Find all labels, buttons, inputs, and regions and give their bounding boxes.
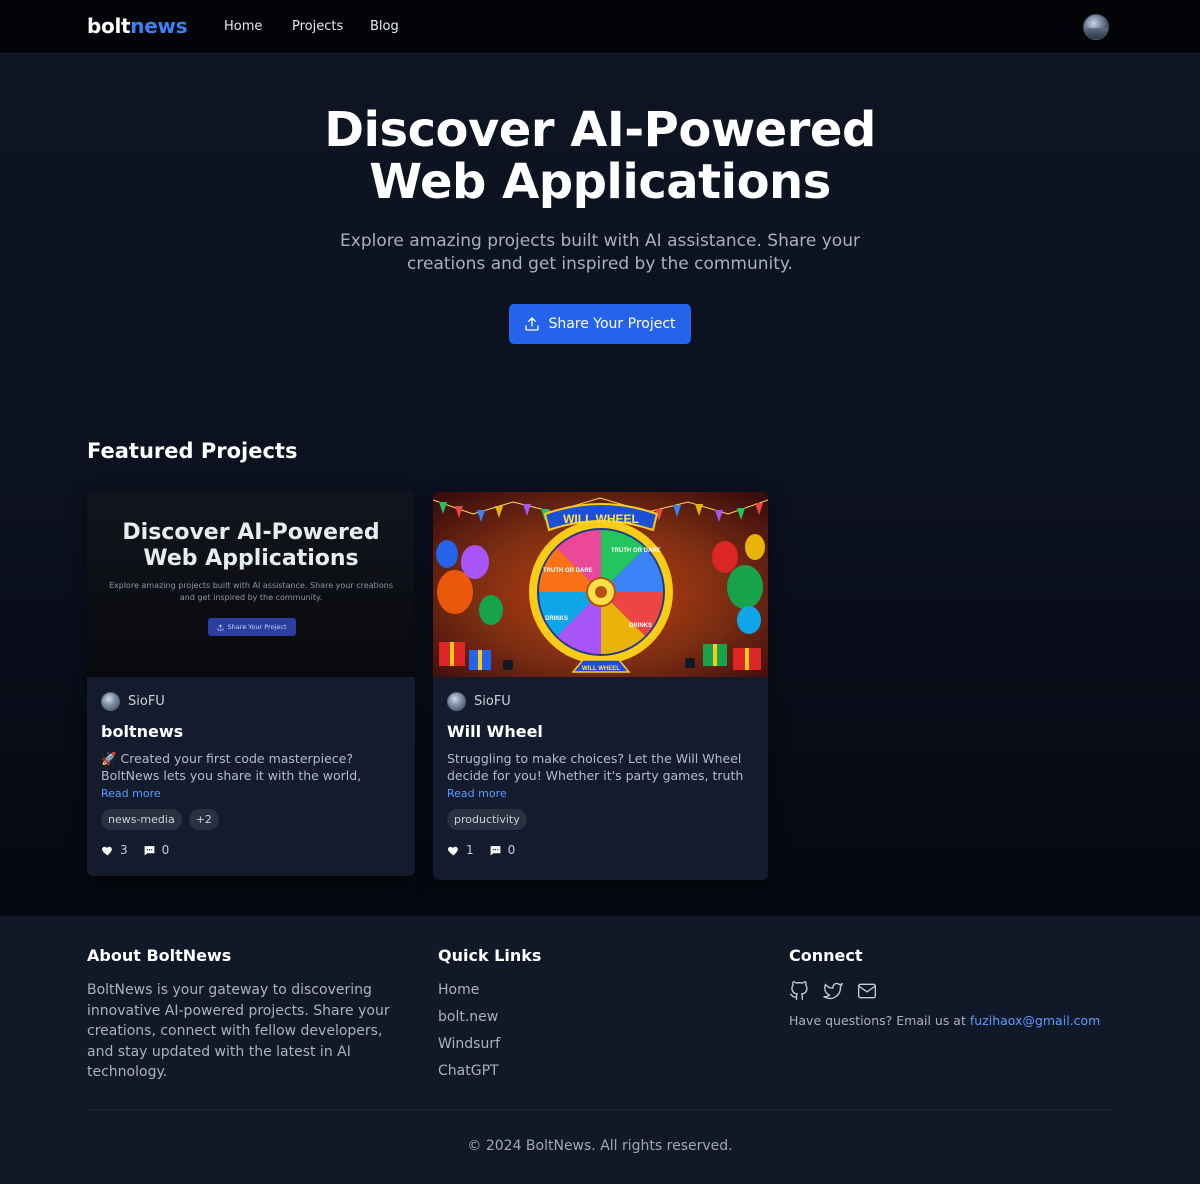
author-avatar <box>101 691 120 711</box>
project-card-will-wheel[interactable]: WILL WHEEL TRUTH OR DARE DRINKS DRINKS T… <box>433 492 768 880</box>
project-description: 🚀 Created your first code masterpiece? B… <box>101 751 362 783</box>
footer-about: About BoltNews BoltNews is your gateway … <box>87 946 397 1083</box>
hero-title: Discover AI-Powered Web Applications <box>0 104 1200 208</box>
project-thumbnail[interactable]: Discover AI-Powered Web Applications Exp… <box>87 492 415 677</box>
nav-link-projects[interactable]: Projects <box>292 19 343 34</box>
project-title[interactable]: boltnews <box>101 722 401 741</box>
wheel-stand-text: WILL WHEEL <box>582 666 620 672</box>
thumb-title: Discover AI-Powered Web Applications <box>87 520 415 572</box>
card-stats: 3 0 <box>101 843 401 857</box>
author-row: SioFU <box>101 690 401 712</box>
upload-icon <box>525 317 540 331</box>
footer-connect: Connect Have questions? Email us at fuzi… <box>789 946 1119 1028</box>
thumb-button: Share Your Project <box>208 618 296 636</box>
author-avatar <box>447 691 466 711</box>
copyright-text: © 2024 BoltNews. All rights reserved. <box>467 1138 733 1154</box>
contact-email-link[interactable]: fuzihaox@gmail.com <box>970 1013 1101 1028</box>
tag-list: news-media +2 <box>101 809 401 830</box>
comment-icon <box>490 845 501 855</box>
brand-part1: bolt <box>87 14 131 38</box>
like-count: 3 <box>120 843 128 857</box>
project-card-boltnews[interactable]: Discover AI-Powered Web Applications Exp… <box>87 492 415 876</box>
wheel-label: DRINKS <box>629 623 652 629</box>
comment-count: 0 <box>507 843 516 857</box>
project-description: Struggling to make choices? Let the Will… <box>447 751 744 783</box>
like-button[interactable]: 1 <box>447 843 474 857</box>
footer-divider <box>87 1109 1113 1110</box>
author-name: SioFU <box>474 693 511 709</box>
contact-prefix: Have questions? Email us at <box>789 1013 970 1028</box>
card-body: SioFU Will Wheel Struggling to make choi… <box>447 690 754 857</box>
user-avatar[interactable] <box>1083 14 1109 40</box>
footer-links-title: Quick Links <box>438 946 542 965</box>
footer: About BoltNews BoltNews is your gateway … <box>0 916 1200 1184</box>
featured-projects-title: Featured Projects <box>87 439 298 463</box>
wheel-banner-text: WILL WHEEL <box>563 512 639 526</box>
brand-part2: news <box>130 14 188 38</box>
tag-more[interactable]: +2 <box>188 809 219 830</box>
project-thumbnail[interactable]: WILL WHEEL TRUTH OR DARE DRINKS DRINKS T… <box>433 492 768 677</box>
nav-link-home[interactable]: Home <box>224 19 262 34</box>
like-button[interactable]: 3 <box>101 843 128 857</box>
thumb-title-line2: Web Applications <box>143 546 359 571</box>
wheel-label: DRINKS <box>545 616 568 622</box>
footer-about-text: BoltNews is your gateway to discovering … <box>87 982 390 1080</box>
read-more-link[interactable]: Read more <box>101 787 401 800</box>
footer-quick-links: Quick Links Home bolt.new Windsurf ChatG… <box>438 946 738 1088</box>
top-nav: boltnews Home Projects Blog <box>0 0 1200 54</box>
tag-list: productivity <box>447 809 754 830</box>
read-more-link[interactable]: Read more <box>447 787 754 800</box>
card-stats: 1 0 <box>447 843 754 857</box>
will-wheel-illustration: WILL WHEEL TRUTH OR DARE DRINKS DRINKS T… <box>433 492 768 677</box>
footer-link-bolt-new[interactable]: bolt.new <box>438 1007 738 1034</box>
mail-icon[interactable] <box>857 981 877 1001</box>
brand-logo[interactable]: boltnews <box>87 14 188 38</box>
comment-count: 0 <box>161 843 170 857</box>
thumb-title-line1: Discover AI-Powered <box>122 520 380 545</box>
share-project-button[interactable]: Share Your Project <box>509 304 691 344</box>
project-title[interactable]: Will Wheel <box>447 722 754 741</box>
hero-title-line2: Web Applications <box>369 154 831 210</box>
footer-about-title: About BoltNews <box>87 946 232 965</box>
card-body: SioFU boltnews 🚀 Created your first code… <box>101 690 401 857</box>
social-icons <box>789 981 1119 1001</box>
comment-button[interactable]: 0 <box>489 843 516 857</box>
comment-button[interactable]: 0 <box>143 843 170 857</box>
like-count: 1 <box>466 843 474 857</box>
author-name: SioFU <box>128 693 165 709</box>
comment-icon <box>144 845 155 855</box>
footer-connect-title: Connect <box>789 946 863 965</box>
twitter-icon[interactable] <box>823 981 843 1001</box>
wheel-label: TRUTH OR DARE <box>543 568 593 574</box>
thumb-button-label: Share Your Project <box>227 623 287 631</box>
footer-link-chatgpt[interactable]: ChatGPT <box>438 1061 738 1088</box>
heart-icon <box>448 846 458 855</box>
thumb-subtitle: Explore amazing projects built with AI a… <box>108 581 394 602</box>
author-row: SioFU <box>447 690 754 712</box>
upload-icon <box>217 623 224 630</box>
footer-contact: Have questions? Email us at fuzihaox@gma… <box>789 1013 1119 1028</box>
footer-link-windsurf[interactable]: Windsurf <box>438 1034 738 1061</box>
nav-link-blog[interactable]: Blog <box>370 19 399 34</box>
hero-subtitle: Explore amazing projects built with AI a… <box>340 231 860 274</box>
footer-link-list: Home bolt.new Windsurf ChatGPT <box>438 980 738 1088</box>
hero-title-line1: Discover AI-Powered <box>324 102 876 158</box>
footer-link-home[interactable]: Home <box>438 980 738 1007</box>
heart-icon <box>102 846 112 855</box>
share-project-label: Share Your Project <box>548 316 676 332</box>
github-icon[interactable] <box>789 981 809 1001</box>
wheel-label: TRUTH OR DARE <box>611 548 661 554</box>
tag[interactable]: productivity <box>447 809 527 830</box>
tag[interactable]: news-media <box>101 809 182 830</box>
